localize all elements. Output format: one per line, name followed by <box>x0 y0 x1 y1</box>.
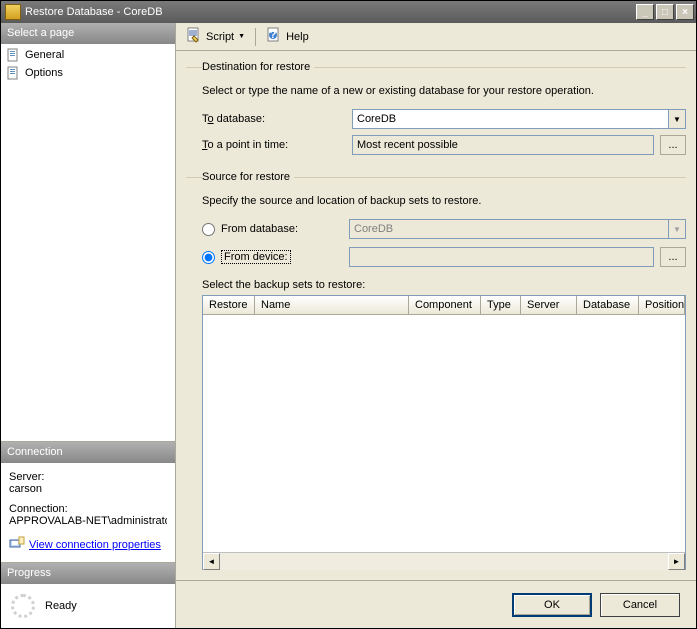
select-page-header: Select a page <box>1 23 175 44</box>
col-component[interactable]: Component <box>409 296 481 315</box>
page-icon <box>5 47 21 63</box>
point-in-time-field <box>352 135 654 155</box>
from-device-radio[interactable] <box>202 251 215 264</box>
col-type[interactable]: Type <box>481 296 521 315</box>
to-database-dropdown-button[interactable]: ▼ <box>669 109 686 129</box>
close-button[interactable]: × <box>676 4 694 20</box>
main-panel: Script ▼ ? Help Destination for restore … <box>176 23 696 628</box>
content: Destination for restore Select or type t… <box>176 51 696 580</box>
app-icon <box>5 4 21 20</box>
page-list: General Options <box>1 44 175 84</box>
maximize-button[interactable]: □ <box>656 4 674 20</box>
col-database[interactable]: Database <box>577 296 639 315</box>
destination-instruction: Select or type the name of a new or exis… <box>202 85 686 97</box>
source-legend: Source for restore <box>202 171 294 183</box>
select-backup-sets-label: Select the backup sets to restore: <box>202 279 686 291</box>
link-text: View connection properties <box>29 539 161 551</box>
script-label: Script <box>206 31 234 43</box>
help-label: Help <box>286 31 309 43</box>
source-fieldset: Source for restore Specify the source an… <box>186 171 686 574</box>
minimize-button[interactable]: _ <box>636 4 654 20</box>
toolbar: Script ▼ ? Help <box>176 23 696 51</box>
connection-icon <box>9 535 25 554</box>
from-database-radio[interactable] <box>202 223 215 236</box>
dialog-footer: OK Cancel <box>176 580 696 628</box>
view-connection-properties-link[interactable]: View connection properties <box>9 535 161 554</box>
col-server[interactable]: Server <box>521 296 577 315</box>
point-in-time-browse-button[interactable]: ... <box>660 135 686 155</box>
svg-text:?: ? <box>270 29 277 41</box>
from-device-field <box>349 247 654 267</box>
server-label: Server: <box>9 471 167 483</box>
sidebar-item-options[interactable]: Options <box>1 64 175 82</box>
sidebar-item-label: Options <box>25 67 63 79</box>
sidebar-item-label: General <box>25 49 64 61</box>
col-name[interactable]: Name <box>255 296 409 315</box>
from-device-browse-button[interactable]: ... <box>660 247 686 267</box>
sidebar-item-general[interactable]: General <box>1 46 175 64</box>
chevron-down-icon: ▼ <box>238 33 245 40</box>
window-title: Restore Database - CoreDB <box>25 6 634 18</box>
progress-body: Ready <box>1 584 175 628</box>
connection-value: APPROVALAB-NET\administrator <box>9 515 167 527</box>
destination-fieldset: Destination for restore Select or type t… <box>186 61 686 165</box>
connection-header: Connection <box>1 441 175 463</box>
scroll-track[interactable] <box>220 553 668 570</box>
grid-header: Restore Name Component Type Server Datab… <box>203 296 685 315</box>
connection-label: Connection: <box>9 503 167 515</box>
restore-database-window: Restore Database - CoreDB _ □ × Select a… <box>0 0 697 629</box>
to-database-combo[interactable] <box>352 109 669 129</box>
point-in-time-label: To a point in time: <box>202 139 352 151</box>
body-area: Select a page General Options Connection <box>1 23 696 628</box>
destination-legend: Destination for restore <box>202 61 314 73</box>
backup-sets-grid[interactable]: Restore Name Component Type Server Datab… <box>202 295 686 570</box>
page-icon <box>5 65 21 81</box>
help-button[interactable]: ? Help <box>262 25 313 48</box>
horizontal-scrollbar[interactable]: ◄ ► <box>203 552 685 569</box>
scroll-right-button[interactable]: ► <box>668 553 685 570</box>
source-instruction: Specify the source and location of backu… <box>202 195 686 207</box>
progress-header: Progress <box>1 562 175 584</box>
progress-status: Ready <box>45 600 77 612</box>
script-icon <box>186 27 202 46</box>
to-database-label: To database: <box>202 113 352 125</box>
grid-body <box>203 315 685 552</box>
cancel-button[interactable]: Cancel <box>600 593 680 617</box>
ok-button[interactable]: OK <box>512 593 592 617</box>
col-position[interactable]: Position <box>639 296 685 315</box>
from-database-dropdown-button: ▼ <box>669 219 686 239</box>
titlebar: Restore Database - CoreDB _ □ × <box>1 1 696 23</box>
server-value: carson <box>9 483 167 495</box>
connection-body: Server: carson Connection: APPROVALAB-NE… <box>1 463 175 562</box>
progress-spinner-icon <box>11 594 35 618</box>
sidebar: Select a page General Options Connection <box>1 23 176 628</box>
from-database-combo <box>349 219 669 239</box>
from-device-label: From device: <box>221 251 349 263</box>
help-icon: ? <box>266 27 282 46</box>
script-button[interactable]: Script ▼ <box>182 25 249 48</box>
scroll-left-button[interactable]: ◄ <box>203 553 220 570</box>
col-restore[interactable]: Restore <box>203 296 255 315</box>
toolbar-separator <box>255 28 256 46</box>
from-database-label: From database: <box>221 223 349 235</box>
